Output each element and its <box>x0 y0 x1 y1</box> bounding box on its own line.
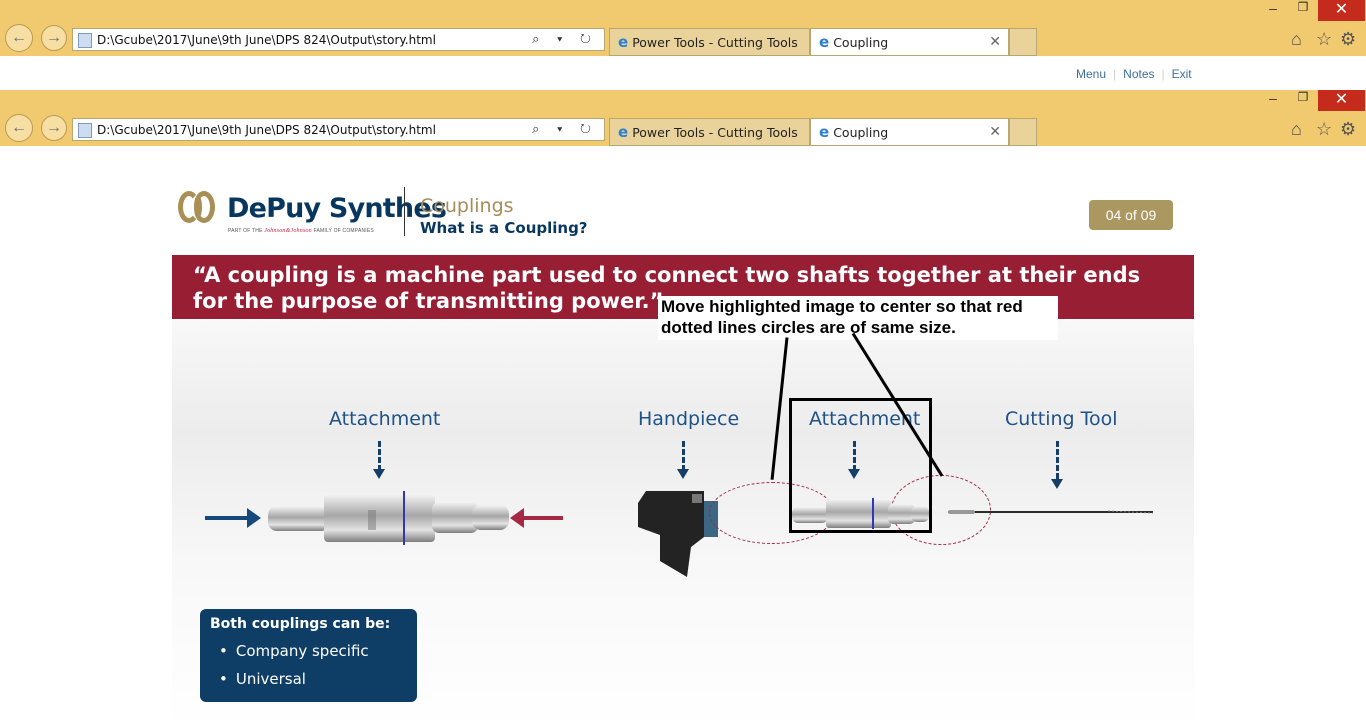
lesson-title: What is a Coupling? <box>420 219 588 237</box>
highlighted-attachment-box <box>789 398 932 533</box>
tab-label: Power Tools - Cutting Tools <box>632 34 798 50</box>
page-icon <box>78 123 92 138</box>
down-arrow-icon <box>1056 441 1059 479</box>
browser-chrome-second: – ❐ ✕ ← → D:\Gcube\2017\June\9th June\DP… <box>0 90 1366 146</box>
maximize-window-button[interactable]: ❐ <box>1290 0 1316 21</box>
tools-gear-icon[interactable]: ⚙ <box>1340 29 1356 50</box>
address-url[interactable]: D:\Gcube\2017\June\9th June\DPS 824\Outp… <box>97 33 436 47</box>
menu-separator: | <box>1161 67 1165 81</box>
address-tools[interactable]: ⌕ ▾ ↻ <box>532 31 598 47</box>
cutting-tool-image <box>948 510 1153 514</box>
new-tab-button[interactable] <box>1009 118 1037 146</box>
johnson-logo: Johnson&Johnson <box>264 228 312 234</box>
new-tab-button[interactable] <box>1009 28 1037 56</box>
back-button[interactable]: ← <box>5 114 33 142</box>
minimize-window-button[interactable]: – <box>1260 90 1286 111</box>
attachment-coupling-image <box>268 491 509 545</box>
internet-explorer-icon: e <box>618 123 629 141</box>
back-arrow-icon: ← <box>11 119 27 136</box>
tab-power-tools[interactable]: e Power Tools - Cutting Tools <box>609 28 810 56</box>
depuy-synthes-logo-icon <box>178 191 219 223</box>
close-tab-icon[interactable]: ✕ <box>989 34 1001 50</box>
address-bar[interactable]: D:\Gcube\2017\June\9th June\DPS 824\Outp… <box>72 118 605 141</box>
info-box-title: Both couplings can be: <box>210 616 391 632</box>
address-url[interactable]: D:\Gcube\2017\June\9th June\DPS 824\Outp… <box>97 123 436 137</box>
address-bar[interactable]: D:\Gcube\2017\June\9th June\DPS 824\Outp… <box>72 28 605 51</box>
cutting-tool-label: Cutting Tool <box>1005 408 1118 430</box>
tab-label: Power Tools - Cutting Tools <box>632 124 798 140</box>
player-menu-top: Menu | Notes | Exit <box>1076 67 1192 81</box>
info-box-item: Universal <box>219 670 407 688</box>
handpiece-drill-image <box>638 491 718 577</box>
lesson-page: DePuy Synthes PART OF THE Johnson&Johnso… <box>172 146 1194 728</box>
address-tools[interactable]: ⌕ ▾ ↻ <box>532 121 598 137</box>
internet-explorer-icon: e <box>618 33 629 51</box>
right-pointing-arrow-head-icon <box>247 508 261 528</box>
tab-coupling[interactable]: e Coupling ✕ <box>810 118 1009 146</box>
page-counter-badge: 04 of 09 <box>1089 200 1173 230</box>
tab-label: Coupling <box>833 34 889 50</box>
minimize-window-button[interactable]: – <box>1260 0 1286 21</box>
coupling-info-box: Both couplings can be: Company specific … <box>200 609 417 702</box>
down-arrow-icon <box>378 441 381 471</box>
brand-subtitle-prefix: PART OF THE <box>228 228 263 234</box>
maximize-window-button[interactable]: ❐ <box>1290 90 1316 111</box>
course-title: Couplings <box>420 195 514 217</box>
header-divider <box>404 187 405 236</box>
browser-chrome-top: – ❐ ✕ ← → D:\Gcube\2017\June\9th June\DP… <box>0 0 1366 56</box>
tab-coupling[interactable]: e Coupling ✕ <box>810 28 1009 56</box>
right-pointing-arrow-icon <box>205 516 247 520</box>
menu-link[interactable]: Menu <box>1076 67 1106 81</box>
down-arrow-icon <box>682 441 685 471</box>
internet-explorer-icon: e <box>819 33 830 51</box>
brand-subtitle: PART OF THE Johnson&Johnson FAMILY OF CO… <box>228 228 374 234</box>
close-window-button[interactable]: ✕ <box>1318 90 1365 111</box>
brand-name: DePuy Synthes <box>227 193 447 224</box>
notes-link[interactable]: Notes <box>1123 67 1154 81</box>
left-pointing-arrow-icon <box>524 516 563 520</box>
forward-arrow-icon: → <box>46 119 62 136</box>
home-icon[interactable]: ⌂ <box>1291 119 1302 140</box>
tab-power-tools[interactable]: e Power Tools - Cutting Tools <box>609 118 810 146</box>
forward-button[interactable]: → <box>41 115 67 141</box>
forward-button[interactable]: → <box>41 25 67 51</box>
favorites-star-icon[interactable]: ☆ <box>1316 29 1332 50</box>
internet-explorer-icon: e <box>819 123 830 141</box>
back-arrow-icon: ← <box>11 29 27 46</box>
close-window-button[interactable]: ✕ <box>1318 0 1365 21</box>
menu-separator: | <box>1113 67 1117 81</box>
annotation-callout-line <box>770 337 789 480</box>
brand-subtitle-suffix: FAMILY OF COMPANIES <box>313 228 374 234</box>
favorites-star-icon[interactable]: ☆ <box>1316 119 1332 140</box>
tools-gear-icon[interactable]: ⚙ <box>1340 119 1356 140</box>
left-pointing-arrow-head-icon <box>510 508 524 528</box>
tab-label: Coupling <box>833 124 889 140</box>
page-icon <box>78 33 92 48</box>
exit-link[interactable]: Exit <box>1172 67 1192 81</box>
arrow-head-icon <box>373 469 385 479</box>
arrow-head-icon <box>677 469 689 479</box>
annotation-note: Move highlighted image to center so that… <box>658 296 1058 340</box>
handpiece-label: Handpiece <box>638 408 740 430</box>
forward-arrow-icon: → <box>46 29 62 46</box>
home-icon[interactable]: ⌂ <box>1291 29 1302 50</box>
close-tab-icon[interactable]: ✕ <box>989 124 1001 140</box>
info-box-item: Company specific <box>219 642 407 660</box>
back-button[interactable]: ← <box>5 24 33 52</box>
arrow-head-icon <box>1051 479 1063 489</box>
attachment-label-left: Attachment <box>329 408 441 430</box>
